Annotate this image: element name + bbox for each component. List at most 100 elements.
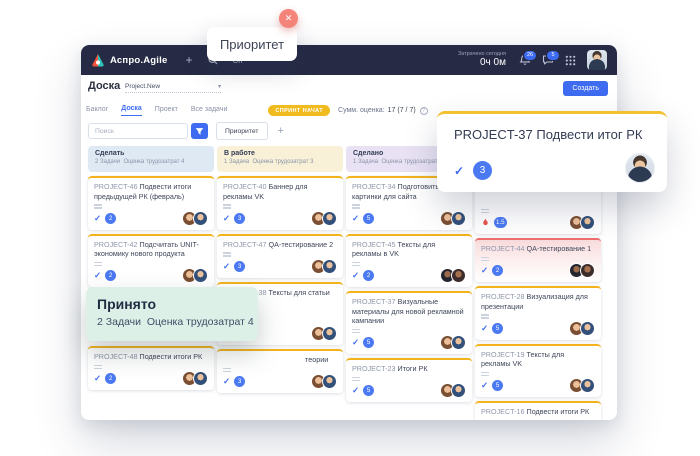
task-card[interactable]: PROJECT-19Тексты для рекламы VK ✓ 5: [475, 344, 601, 398]
description-icon: [481, 372, 595, 377]
assignee-avatar: [626, 154, 654, 182]
task-code: PROJECT-23: [352, 364, 396, 373]
tab-board[interactable]: Доска: [121, 105, 142, 116]
task-card[interactable]: PROJECT-23Итоги РК ✓ 5: [346, 358, 472, 402]
check-icon: ✓: [223, 376, 230, 387]
assignee-avatars: [573, 215, 595, 230]
check-icon: ✓: [352, 385, 359, 396]
task-card[interactable]: PROJECT-28Визуализация для презентации ✓…: [475, 286, 601, 340]
tab-project[interactable]: Проект: [155, 106, 178, 116]
chevron-down-icon: ▾: [218, 84, 221, 90]
user-avatar[interactable]: [587, 50, 607, 70]
task-title: PROJECT-19Тексты для рекламы VK: [481, 350, 595, 369]
fire-icon: [481, 217, 490, 228]
assignee-avatars: [315, 211, 337, 226]
estimate-badge: 3: [234, 261, 245, 272]
task-footer: ✓ 2: [94, 372, 208, 385]
task-card[interactable]: теории ✓ 3: [217, 349, 343, 393]
priority-tooltip: Приоритет ✕: [207, 27, 297, 61]
task-footer: ✓ 3: [223, 260, 337, 273]
task-card[interactable]: PROJECT-42Подсчитать UNIT-экономику ново…: [88, 234, 214, 288]
task-card-callout[interactable]: PROJECT-37 Подвести итог РК ✓ 3: [437, 111, 667, 192]
time-tracked-value: 0ч 0м: [458, 57, 506, 69]
assignee-avatars: [573, 321, 595, 336]
description-icon: [223, 368, 337, 373]
avatar-woman-dark: [580, 263, 595, 278]
assignee-avatars: [444, 335, 466, 350]
check-icon: ✓: [481, 323, 488, 334]
assignee-avatars: [573, 263, 595, 278]
task-code: PROJECT-16: [481, 407, 525, 416]
task-card[interactable]: PROJECT-16Подвести итоги РК ✓: [475, 401, 601, 420]
board-tabs: Баклог Доска Проект Все задачи СПРИНТ НА…: [86, 105, 428, 116]
task-card[interactable]: PROJECT-48Подвести итоги РК ✓ 2: [88, 346, 214, 390]
estimate-badge: 2: [363, 270, 374, 281]
top-navbar: Аспро.Agile + Сп Затрачено сегодня 0ч 0м…: [81, 45, 617, 75]
task-card[interactable]: PROJECT-37Визуальные материалы для новой…: [346, 291, 472, 354]
task-footer: ✓ 1.5: [481, 216, 595, 229]
apps-grid-icon[interactable]: [565, 55, 576, 66]
estimate-badge: 5: [363, 213, 374, 224]
filter-button[interactable]: [191, 123, 208, 139]
avatar-man: [451, 211, 466, 226]
avatar-man: [193, 268, 208, 283]
task-card-callout-footer: ✓ 3: [454, 161, 492, 180]
tab-all-tasks[interactable]: Все задачи: [191, 106, 228, 116]
notifications-count-badge: 26: [523, 50, 537, 61]
add-filter-icon[interactable]: +: [278, 126, 284, 137]
estimate-badge: 2: [105, 270, 116, 281]
task-title: PROJECT-44QA-тестирование 1: [481, 244, 595, 254]
close-icon[interactable]: ✕: [279, 9, 298, 28]
task-footer: ✓ 5: [352, 384, 466, 397]
time-tracked: Затрачено сегодня 0ч 0м: [458, 51, 506, 70]
notifications-bell-icon[interactable]: 26: [519, 54, 531, 66]
check-icon: ✓: [352, 213, 359, 224]
description-icon: [481, 314, 595, 319]
check-icon: ✓: [481, 265, 488, 276]
add-icon[interactable]: +: [185, 54, 192, 66]
description-icon: [352, 329, 466, 334]
priority-filter-chip[interactable]: Приоритет: [216, 122, 268, 140]
estimate-badge: 3: [234, 376, 245, 387]
estimate-badge: 3: [473, 161, 492, 180]
tab-backlog[interactable]: Баклог: [86, 106, 108, 116]
task-card[interactable]: PROJECT-47QA-тестирование 2 ✓ 3: [217, 234, 343, 278]
column-header: Сделать 2 Задачи Оценка трудозатрат 4: [88, 146, 214, 172]
task-code: PROJECT-47: [223, 240, 267, 249]
task-code: PROJECT-46: [94, 182, 138, 191]
column-header: В работе 1 Задача Оценка трудозатрат 3: [217, 146, 343, 172]
estimate-badge: 3: [234, 213, 245, 224]
task-title-text: Итоги РК: [398, 364, 428, 373]
assignee-avatars: [573, 378, 595, 393]
task-card[interactable]: PROJECT-44QA-тестирование 1 ✓ 2: [475, 238, 601, 282]
task-title: PROJECT-45Тексты для рекламы в VK: [352, 240, 466, 259]
task-title-text: QA-тестирование 2: [269, 240, 334, 249]
task-title-text: теории: [305, 355, 328, 364]
assignee-avatars: [315, 326, 337, 341]
search-input[interactable]: [88, 123, 188, 139]
assignee-avatars: [444, 383, 466, 398]
messages-icon[interactable]: 5: [542, 54, 554, 66]
task-card-callout-title: PROJECT-37 Подвести итог РК: [454, 127, 642, 142]
task-footer: ✓ 2: [352, 269, 466, 282]
task-card[interactable]: PROJECT-46Подвести итоги предыдущей РК (…: [88, 176, 214, 230]
task-footer: ✓ 5: [352, 212, 466, 225]
summary-label: Сумм. оценка:: [338, 107, 385, 114]
sprint-status-badge: СПРИНТ НАЧАТ: [268, 105, 330, 116]
description-icon: [352, 262, 466, 267]
column-subtitle: 2 Задачи Оценка трудозатрат 4: [95, 159, 207, 165]
task-card[interactable]: PROJECT-40Баннер для рекламы VK ✓ 3: [217, 176, 343, 230]
project-selector[interactable]: Project.New ▾: [125, 83, 221, 93]
column-title: Сделать: [95, 150, 207, 157]
brand-name: Аспро.Agile: [110, 55, 167, 66]
description-icon: [223, 252, 337, 257]
summary-value: 17 (7 / 7): [388, 107, 416, 114]
funnel-icon: [195, 127, 204, 136]
task-code: PROJECT-19: [481, 350, 525, 359]
task-title: PROJECT-42Подсчитать UNIT-экономику ново…: [94, 240, 208, 259]
task-card[interactable]: PROJECT-45Тексты для рекламы в VK ✓ 2: [346, 234, 472, 288]
check-icon: ✓: [454, 164, 464, 178]
create-button[interactable]: Создать: [563, 81, 608, 96]
description-icon: [94, 204, 208, 209]
info-icon[interactable]: ?: [420, 107, 428, 115]
